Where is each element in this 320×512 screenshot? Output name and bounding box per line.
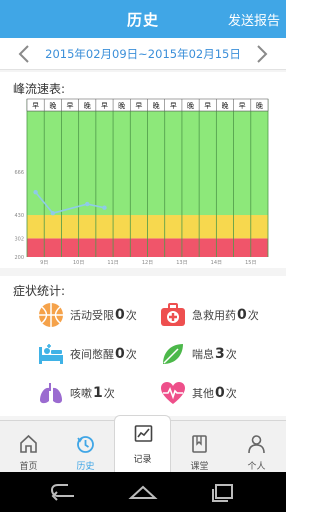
symptom-count: 1: [93, 385, 103, 401]
symptom-name: 其他: [192, 387, 214, 400]
symptom-night-wake: 夜间憋醒 0 次: [38, 339, 137, 369]
peak-flow-card: 峰流速表: 早晚早晚早晚早晚早晚早晚早晚 200 302 430 666 9日 10日 11日…: [0, 72, 286, 268]
slot-label: 晚: [84, 101, 91, 110]
chevron-left-icon[interactable]: [18, 44, 30, 64]
send-report-button[interactable]: 发送报告: [228, 10, 280, 29]
symptom-unit: 次: [103, 387, 115, 400]
slot-label: 晚: [118, 101, 125, 110]
slot-label: 早: [170, 102, 177, 110]
back-icon[interactable]: [48, 480, 78, 504]
x-tick-label: 14日: [211, 260, 222, 266]
tab-record[interactable]: 记录: [114, 415, 171, 473]
x-tick-label: 11日: [107, 260, 118, 266]
app-screen: 历史 发送报告 2015年02月09日~2015年02月15日 峰流速表: 早晚…: [0, 0, 286, 512]
leaf-icon: [163, 344, 183, 364]
symptom-name: 夜间憋醒: [70, 348, 114, 361]
tab-classroom[interactable]: 课堂: [171, 421, 228, 473]
tab-label: 记录: [133, 455, 152, 465]
chevron-right-icon[interactable]: [256, 44, 268, 64]
y-tick-label: 430: [14, 213, 24, 219]
header-bar: 历史 发送报告: [0, 0, 286, 38]
slot-label: 晚: [187, 101, 194, 110]
person-icon: [248, 435, 265, 454]
x-tick-label: 15日: [245, 260, 256, 266]
y-tick-label: 666: [14, 170, 24, 176]
symptom-count: 3: [215, 346, 225, 362]
slot-label: 早: [32, 102, 39, 110]
symptom-unit: 次: [125, 348, 137, 361]
basketball-icon: [39, 303, 63, 327]
slot-label: 晚: [153, 101, 160, 110]
y-tick-label: 200: [14, 255, 24, 261]
date-range-bar: 2015年02月09日~2015年02月15日: [0, 38, 286, 70]
slot-label: 早: [101, 102, 108, 110]
tab-label: 课堂: [190, 462, 209, 472]
symptom-unit: 次: [225, 348, 237, 361]
symptom-unit: 次: [225, 387, 237, 400]
slot-label: 晚: [49, 101, 56, 110]
y-tick-label: 302: [14, 236, 24, 242]
symptom-count: 0: [115, 346, 125, 362]
symptom-label: 症状统计:: [13, 284, 66, 298]
data-point: [33, 190, 38, 195]
lungs-icon: [40, 383, 62, 404]
symptom-activity-limited: 活动受限 0 次: [38, 300, 137, 330]
symptom-unit: 次: [247, 309, 259, 322]
home-icon: [20, 434, 37, 453]
first-aid-kit-icon: [161, 303, 185, 326]
heart-pulse-icon: [161, 382, 185, 404]
tab-profile[interactable]: 个人: [228, 421, 285, 473]
chart-record-icon: [134, 425, 153, 442]
peak-flow-chart: 早 晚 早 晚 早 晚 早 晚 早 晚 早 晚 早 晚 200 302 430 666 9日 10日 11日 12日 13日…: [14, 98, 269, 266]
tab-home[interactable]: 首页: [0, 421, 57, 473]
x-tick-label: 10日: [73, 260, 84, 266]
symptom-rescue-medication: 急救用药 0 次: [160, 300, 259, 330]
slot-label: 早: [204, 102, 211, 110]
home-button-icon[interactable]: [128, 480, 158, 504]
date-range-text: 2015年02月09日~2015年02月15日: [45, 47, 241, 61]
symptom-unit: 次: [125, 309, 137, 322]
x-tick-label: 12日: [142, 260, 153, 266]
slot-label: 早: [239, 102, 246, 110]
slot-label: 早: [135, 102, 142, 110]
recent-apps-icon[interactable]: [208, 480, 238, 504]
symptom-cough: 咳嗽 1 次: [38, 378, 115, 408]
symptom-wheezing: 喘息 3 次: [160, 339, 237, 369]
bed-icon: [39, 344, 63, 364]
symptom-name: 急救用药: [192, 309, 236, 322]
symptom-name: 喘息: [192, 348, 214, 361]
book-icon: [192, 435, 207, 453]
symptom-name: 咳嗽: [70, 387, 92, 400]
symptom-name: 活动受限: [70, 309, 114, 322]
x-tick-label: 9日: [40, 260, 48, 266]
system-nav-bar: [0, 472, 286, 512]
slot-label: 早: [67, 102, 74, 110]
bottom-tab-bar: 首页 历史 记录 课堂 个人: [0, 415, 286, 473]
slot-label: 晚: [256, 101, 263, 110]
symptom-count: 0: [237, 307, 247, 323]
tab-label: 首页: [19, 462, 38, 472]
data-point: [102, 205, 107, 210]
data-point: [50, 211, 56, 216]
tab-label: 历史: [76, 462, 95, 472]
history-icon: [77, 436, 94, 453]
symptom-card: 症状统计: 活动受限 0 次 急救用药 0 次 夜间憋醒 0 次 喘息 3 次 …: [0, 276, 286, 416]
slot-label: 晚: [221, 101, 228, 110]
symptom-count: 0: [115, 307, 125, 323]
tab-label: 个人: [247, 462, 266, 472]
symptom-count: 0: [215, 385, 225, 401]
symptom-other: 其他 0 次: [160, 378, 237, 408]
x-tick-label: 13日: [176, 260, 187, 266]
data-point: [85, 201, 90, 207]
tab-history[interactable]: 历史: [57, 421, 114, 473]
